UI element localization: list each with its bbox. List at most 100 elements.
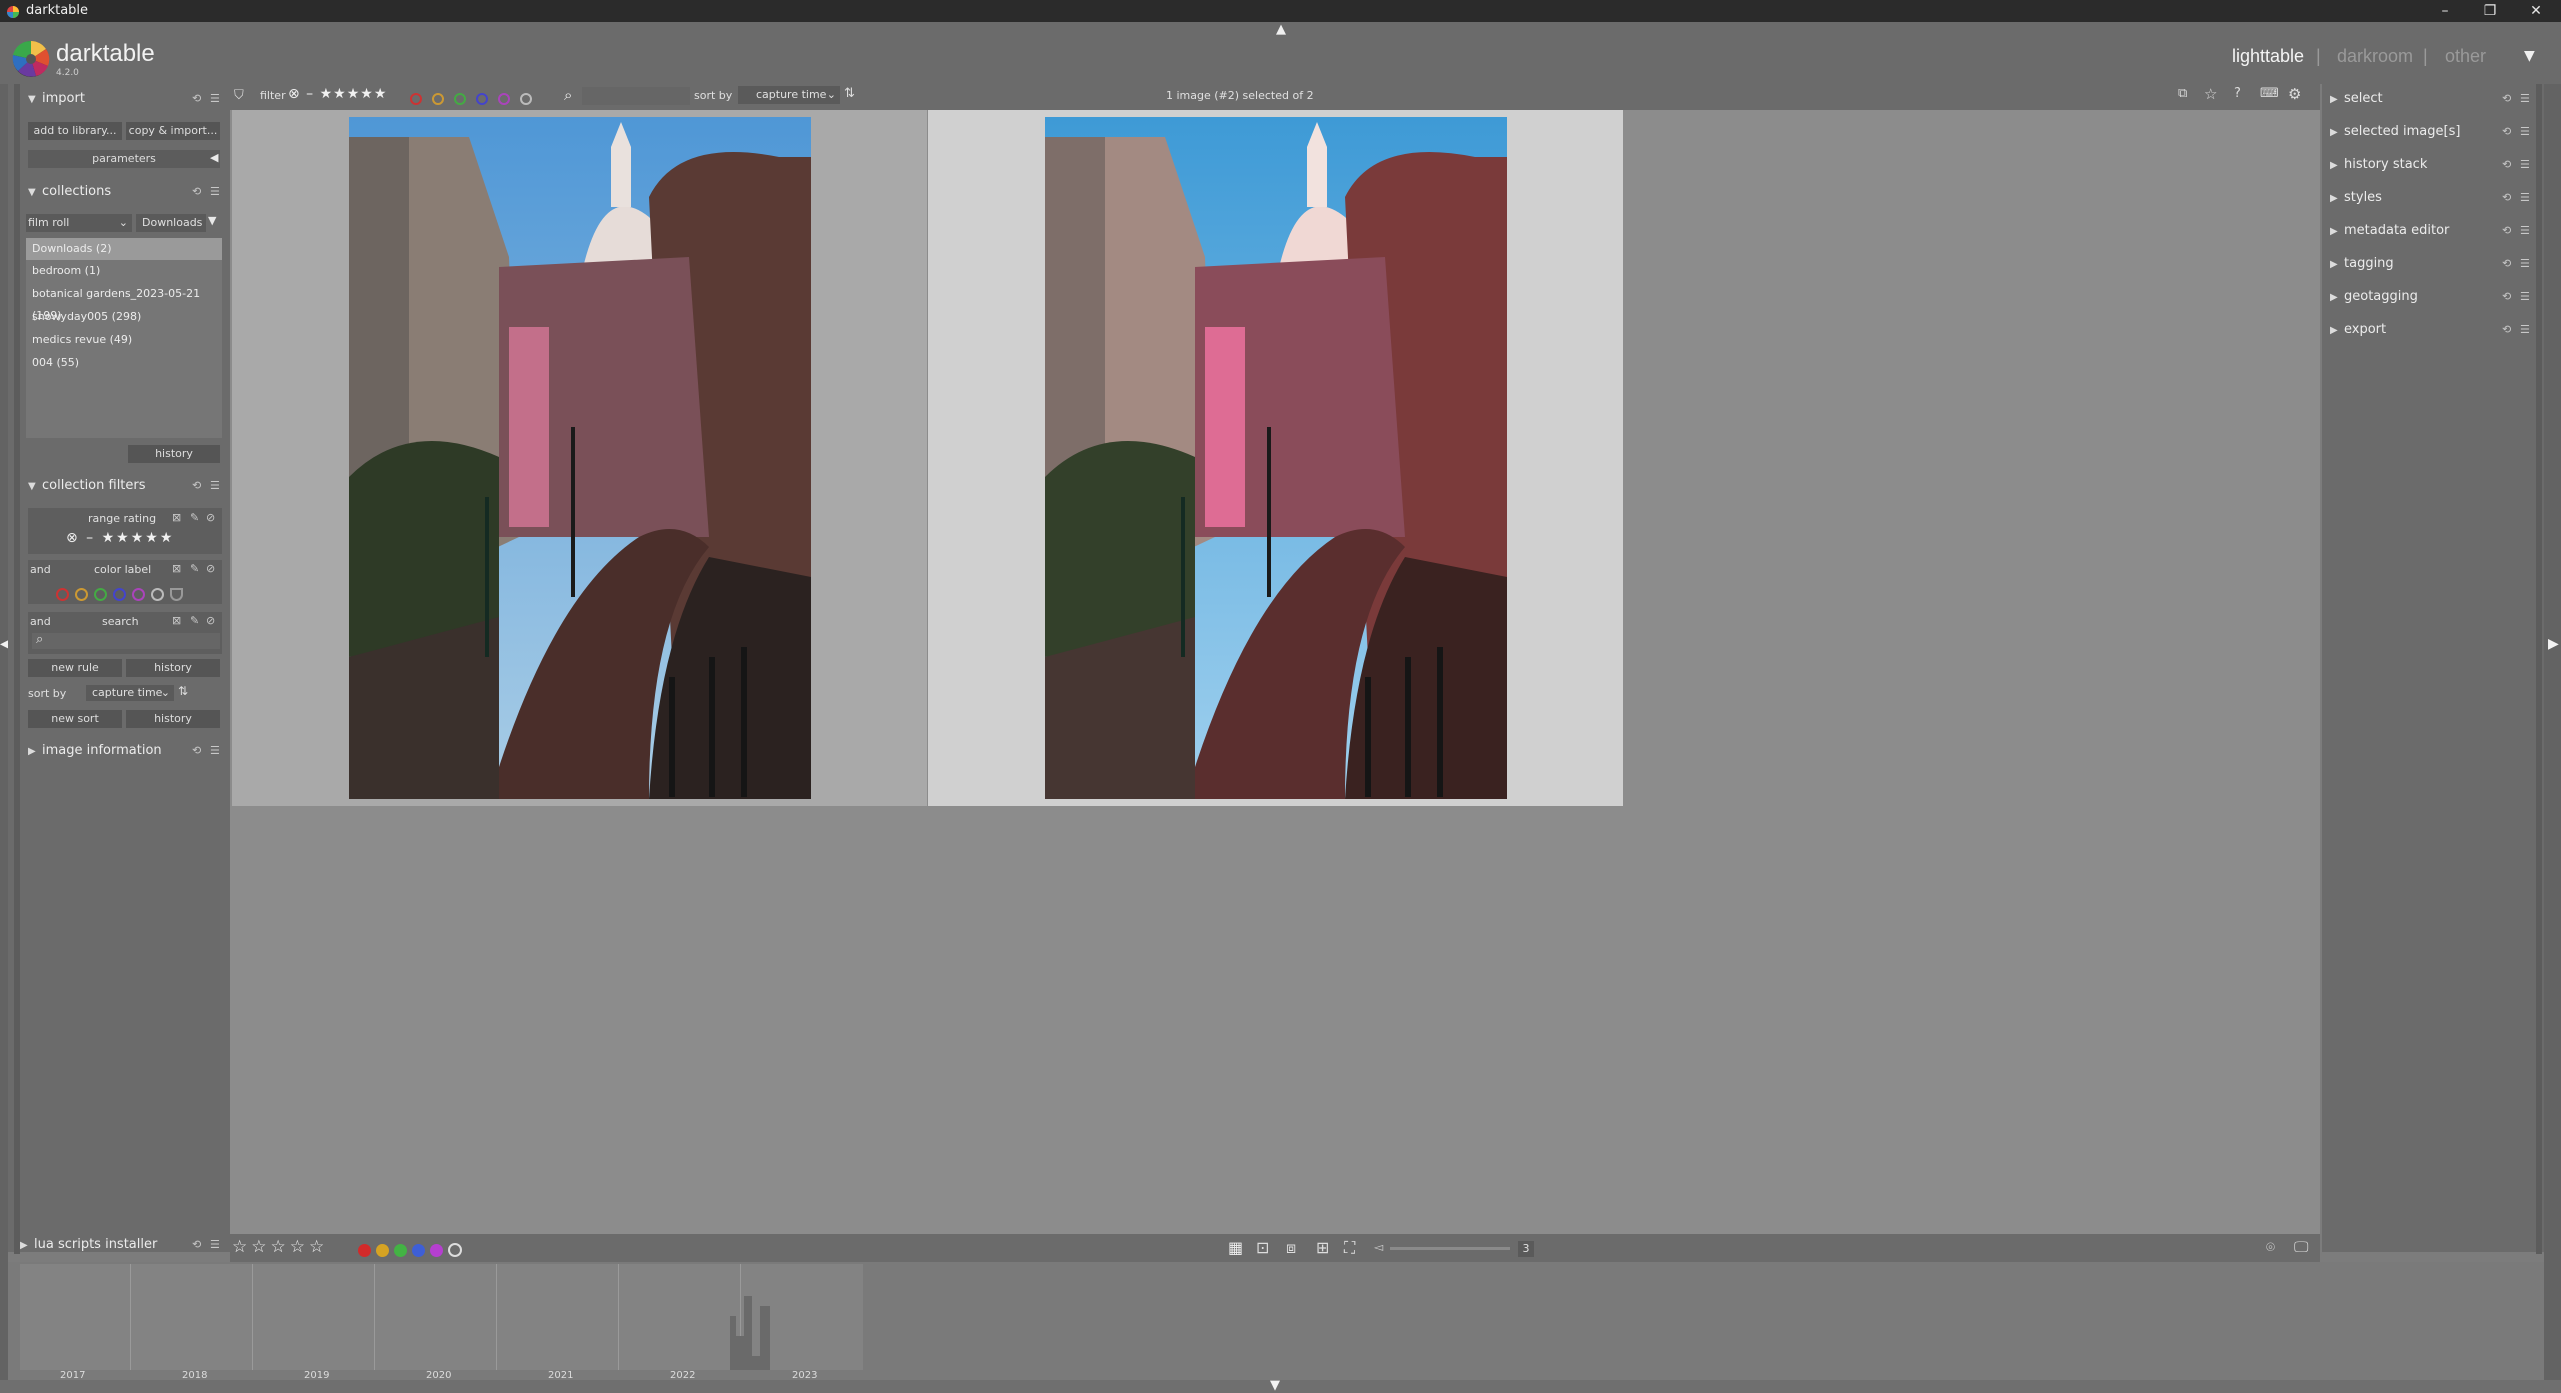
collections-history-button[interactable]: history [128,445,220,463]
red-label-icon[interactable] [410,93,422,105]
new-rule-button[interactable]: new rule [28,659,122,677]
rule-remove-icon[interactable]: ⊘ [206,614,215,627]
yellow-label-icon[interactable] [75,588,88,601]
collapse-bottom-arrow-icon[interactable]: ▼ [1270,1378,1280,1393]
filter-funnel-icon[interactable]: ⛉ [234,88,244,103]
help-icon[interactable]: ? [2234,86,2241,101]
module-reset-icon[interactable]: ⟲ [2502,125,2511,138]
module-reset-icon[interactable]: ⟲ [2502,290,2511,303]
zoomable-layout-icon[interactable]: ⊡ [1256,1238,1269,1257]
module-presets-icon[interactable]: ☰ [2520,323,2530,336]
new-sort-button[interactable]: new sort [28,710,122,728]
module-reset-icon[interactable]: ⟲ [192,92,201,105]
view-other[interactable]: other [2445,46,2486,67]
collapse-top-arrow-icon[interactable]: ▲ [1272,22,1290,37]
module-presets-icon[interactable]: ☰ [2520,158,2530,171]
yellow-label-icon[interactable] [432,93,444,105]
right-panel-scrollbar[interactable] [2536,84,2542,1254]
module-tagging-header[interactable]: ▶ tagging [2330,253,2530,275]
module-presets-icon[interactable]: ☰ [2520,290,2530,303]
module-presets-icon[interactable]: ☰ [210,744,220,757]
sort-select[interactable]: capture time ⌄ [86,685,174,701]
green-label-icon[interactable] [94,588,107,601]
module-reset-icon[interactable]: ⟲ [192,479,201,492]
view-darkroom[interactable]: darkroom [2337,46,2413,67]
module-presets-icon[interactable]: ☰ [210,185,220,198]
maximize-button[interactable]: ❐ [2470,0,2510,22]
module-reset-icon[interactable]: ⟲ [192,185,201,198]
rule-pin-icon[interactable]: ✎ [190,562,199,575]
collection-item[interactable]: 004 (55) [26,352,222,374]
module-presets-icon[interactable]: ☰ [210,479,220,492]
star-overlay-icon[interactable]: ☆ [2204,85,2217,103]
collapse-parameters-icon[interactable]: ◀ [210,151,218,164]
rule-remove-icon[interactable]: ⊘ [206,562,215,575]
rating-filter-stars-icon[interactable]: ⊗ – ★★★★★ [288,86,387,102]
blue-label-icon[interactable] [113,588,126,601]
left-panel-scrollbar[interactable] [14,84,20,1254]
module-presets-icon[interactable]: ☰ [210,1238,220,1251]
green-label-icon[interactable] [454,93,466,105]
rule-off-icon[interactable]: ⊠ [172,614,181,627]
rule-remove-icon[interactable]: ⊘ [206,511,215,524]
module-reset-icon[interactable]: ⟲ [2502,224,2511,237]
collection-item[interactable]: snowyday005 (298) [26,306,222,328]
add-to-library-button[interactable]: add to library... [28,122,122,140]
module-styles-header[interactable]: ▶ styles [2330,187,2530,209]
view-lighttable[interactable]: lighttable [2232,46,2304,67]
module-presets-icon[interactable]: ☰ [2520,191,2530,204]
purple-label-icon[interactable] [132,588,145,601]
thumbnail-cell[interactable] [232,110,927,806]
close-window-button[interactable]: ✕ [2516,0,2556,22]
collection-item[interactable]: Downloads (2) [26,238,222,260]
module-reset-icon[interactable]: ⟲ [2502,323,2511,336]
collection-dropdown-icon[interactable]: ▼ [208,214,216,227]
rule-pin-icon[interactable]: ✎ [190,614,199,627]
collection-item[interactable]: bedroom (1) [26,260,222,282]
module-presets-icon[interactable]: ☰ [210,92,220,105]
module-select-header[interactable]: ▶ select [2330,88,2530,110]
zoom-slider[interactable] [1390,1247,1510,1250]
module-reset-icon[interactable]: ⟲ [2502,158,2511,171]
zoom-count-field[interactable]: 3 [1518,1241,1534,1257]
module-reset-icon[interactable]: ⟲ [2502,257,2511,270]
module-reset-icon[interactable]: ⟲ [192,1238,201,1251]
collection-item[interactable]: botanical gardens_2023-05-21 (199) [26,283,222,322]
views-dropdown-icon[interactable]: ▼ [2524,48,2535,64]
any-label-icon[interactable] [151,588,164,601]
module-history-stack-header[interactable]: ▶ history stack [2330,154,2530,176]
toolbar-search-input[interactable] [582,87,690,105]
grouping-icon[interactable]: ⧉ [2178,86,2187,101]
zoom-out-icon[interactable]: ◅ [1374,1240,1383,1254]
purple-label-icon[interactable] [498,93,510,105]
rule-off-icon[interactable]: ⊠ [172,562,181,575]
blue-label-icon[interactable] [476,93,488,105]
minimize-button[interactable]: – [2425,0,2465,22]
collection-value-input[interactable]: Downloads [136,214,206,232]
sort-order-icon[interactable]: ⇅ [844,86,855,101]
module-presets-icon[interactable]: ☰ [2520,257,2530,270]
module-metadata-editor-header[interactable]: ▶ metadata editor [2330,220,2530,242]
gear-icon[interactable]: ⚙ [2288,85,2301,103]
shortcuts-icon[interactable]: ⌨ [2260,86,2279,101]
filemanager-layout-icon[interactable]: ▦ [1228,1238,1243,1257]
sort-history-button[interactable]: history [126,710,220,728]
purple-label-icon[interactable] [430,1244,443,1257]
yellow-label-icon[interactable] [376,1244,389,1257]
red-label-icon[interactable] [56,588,69,601]
rating-stars-icon[interactable]: ☆☆☆☆☆ [232,1237,328,1257]
range-rating-stars-icon[interactable]: ⊗ – ★★★★★ [66,530,174,546]
preview-layout-icon[interactable]: ⛶ [1344,1238,1355,1258]
module-presets-icon[interactable]: ☰ [2520,224,2530,237]
rule-pin-icon[interactable]: ✎ [190,511,199,524]
any-label-icon[interactable] [520,93,532,105]
clear-labels-icon[interactable] [448,1243,462,1257]
blue-label-icon[interactable] [412,1244,425,1257]
culling-layout-icon[interactable]: ⧈ [1286,1238,1296,1258]
filters-history-button[interactable]: history [126,659,220,677]
module-presets-icon[interactable]: ☰ [2520,92,2530,105]
green-label-icon[interactable] [394,1244,407,1257]
parameters-toggle[interactable]: parameters [28,150,220,168]
collapse-right-arrow-icon[interactable]: ▶ [2548,636,2559,652]
copy-import-button[interactable]: copy & import... [126,122,220,140]
